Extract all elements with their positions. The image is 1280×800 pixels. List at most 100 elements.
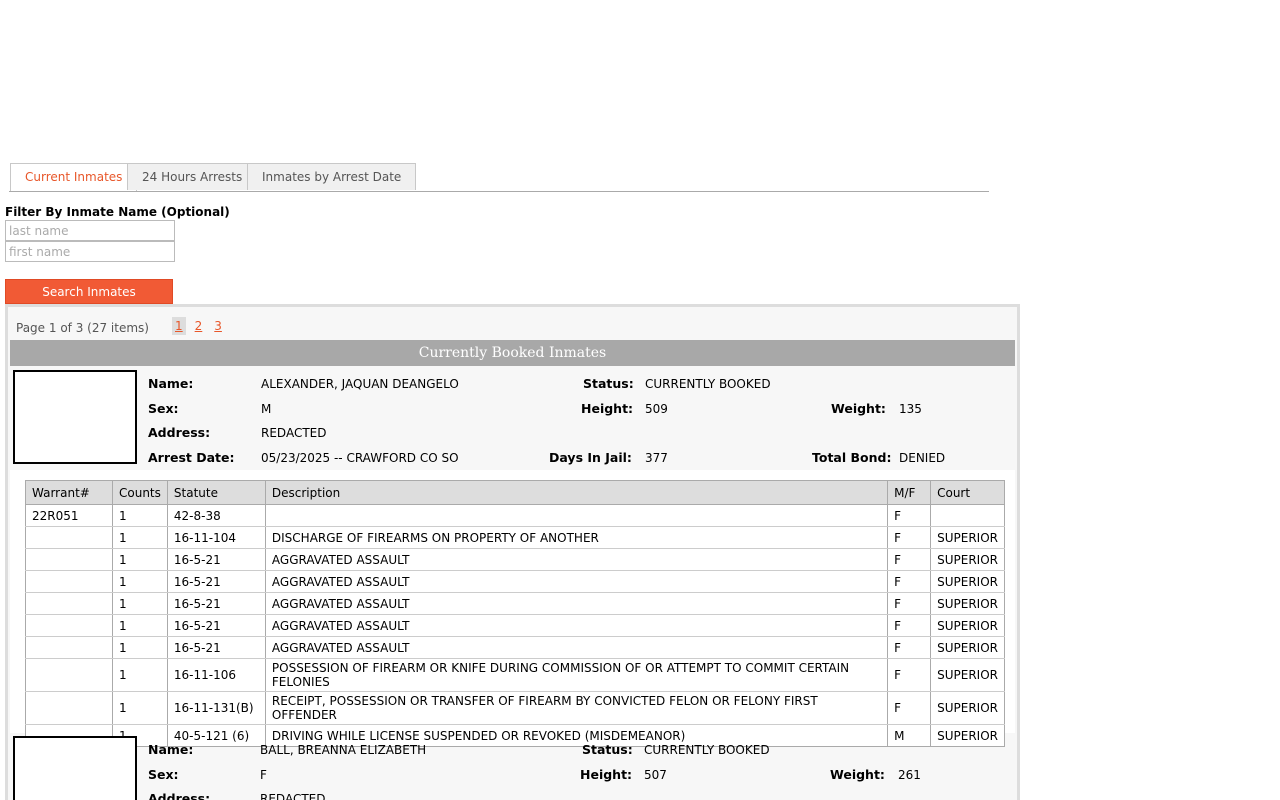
statute-cell: 16-11-104 (166, 526, 266, 549)
charge-row: 1 16-11-104 DISCHARGE OF FIREARMS ON PROPE… (25, 526, 1005, 549)
counts-cell: 1 (112, 592, 168, 615)
charge-row: 1 16-5-21 AGGRAVATED ASSAULT F SUPERIOR (25, 570, 1005, 593)
warrant-cell (25, 636, 113, 659)
counts-cell: 1 (112, 526, 168, 549)
height-label: Height: (581, 401, 634, 416)
description-cell: DISCHARGE OF FIREARMS ON PROPERTY OF ANO… (264, 526, 889, 549)
col-mf: M/F (887, 480, 932, 505)
statute-cell: 42-8-38 (166, 504, 266, 527)
height-label: Height: (580, 767, 633, 782)
status-value: CURRENTLY BOOKED (644, 743, 770, 757)
warrant-cell (25, 526, 113, 549)
sex-value: M (261, 402, 272, 416)
height-value: 509 (645, 402, 668, 416)
court-cell: SUPERIOR (930, 636, 1005, 659)
warrant-cell (25, 592, 113, 615)
counts-cell: 1 (112, 636, 168, 659)
inmate-record: Name: BALL, BREANNA ELIZABETH Status: CU… (10, 734, 1015, 800)
address-value: REDACTED (260, 792, 326, 800)
warrant-cell: 22R051 (25, 504, 113, 527)
mf-cell: F (887, 592, 932, 615)
section-header: Currently Booked Inmates (10, 340, 1015, 366)
mf-cell: F (887, 658, 932, 692)
address-label: Address: (148, 791, 211, 800)
warrant-cell (25, 570, 113, 593)
mf-cell: F (887, 614, 932, 637)
address-label: Address: (148, 425, 211, 440)
page-link-2[interactable]: 2 (192, 317, 206, 335)
counts-cell: 1 (112, 658, 168, 692)
weight-label: Weight: (830, 767, 885, 782)
total-bond-value: DENIED (899, 451, 946, 465)
col-counts: Counts (112, 480, 168, 505)
name-value: ALEXANDER, JAQUAN DEANGELO (261, 377, 459, 391)
description-cell: AGGRAVATED ASSAULT (264, 614, 889, 637)
court-cell: SUPERIOR (930, 658, 1005, 692)
col-description: Description (264, 480, 889, 505)
statute-cell: 16-5-21 (166, 614, 266, 637)
col-warrant: Warrant# (25, 480, 113, 505)
statute-cell: 16-5-21 (166, 636, 266, 659)
statute-cell: 16-5-21 (166, 548, 266, 571)
sex-value: F (260, 768, 267, 782)
court-cell: SUPERIOR (930, 614, 1005, 637)
last-name-input[interactable] (5, 220, 175, 241)
name-label: Name: (148, 742, 194, 757)
court-cell: SUPERIOR (930, 526, 1005, 549)
status-label: Status: (582, 742, 633, 757)
page-link-1[interactable]: 1 (172, 317, 186, 335)
inmate-photo (13, 736, 137, 800)
description-cell: POSSESSION OF FIREARM OR KNIFE DURING CO… (264, 658, 889, 692)
tab-bar: Current Inmates 24 Hours Arrests Inmates… (9, 163, 989, 192)
statute-cell: 16-11-131(B) (166, 691, 266, 725)
mf-cell: F (887, 636, 932, 659)
charge-row: 1 16-5-21 AGGRAVATED ASSAULT F SUPERIOR (25, 592, 1005, 615)
arrest-date-label: Arrest Date: (148, 450, 235, 465)
arrest-date-value: 05/23/2025 -- CRAWFORD CO SO (261, 451, 459, 465)
sex-label: Sex: (148, 401, 179, 416)
name-value: BALL, BREANNA ELIZABETH (260, 743, 427, 757)
court-cell: SUPERIOR (930, 691, 1005, 725)
tab-current-inmates[interactable]: Current Inmates (10, 163, 138, 191)
charge-row: 1 16-5-21 AGGRAVATED ASSAULT F SUPERIOR (25, 548, 1005, 571)
days-in-jail-label: Days In Jail: (549, 450, 632, 465)
first-name-input[interactable] (5, 241, 175, 262)
charges-table: Warrant# Counts Statute Description M/F … (25, 480, 1005, 747)
counts-cell: 1 (112, 691, 168, 725)
warrant-cell (25, 614, 113, 637)
col-statute: Statute (166, 480, 266, 505)
weight-value: 261 (898, 768, 921, 782)
court-cell: SUPERIOR (930, 570, 1005, 593)
address-value: REDACTED (261, 426, 327, 440)
status-label: Status: (583, 376, 634, 391)
counts-cell: 1 (112, 548, 168, 571)
statute-cell: 16-11-106 (166, 658, 266, 692)
statute-cell: 16-5-21 (166, 592, 266, 615)
description-cell: AGGRAVATED ASSAULT (264, 592, 889, 615)
charge-row: 1 16-11-106 POSSESSION OF FIREARM OR KNIFE… (25, 658, 1005, 692)
weight-label: Weight: (831, 401, 886, 416)
court-cell (930, 504, 1005, 527)
charge-row: 1 16-5-21 AGGRAVATED ASSAULT F SUPERIOR (25, 636, 1005, 659)
col-court: Court (930, 480, 1005, 505)
sex-label: Sex: (148, 767, 179, 782)
inmate-photo (13, 370, 137, 464)
pager-summary: Page 1 of 3 (27 items) (16, 321, 149, 335)
mf-cell: F (887, 691, 932, 725)
tab-24-hours-arrests[interactable]: 24 Hours Arrests (127, 163, 258, 190)
filter-title: Filter By Inmate Name (Optional) (5, 205, 230, 219)
status-value: CURRENTLY BOOKED (645, 377, 771, 391)
tab-inmates-by-arrest-date[interactable]: Inmates by Arrest Date (247, 163, 417, 190)
mf-cell: F (887, 570, 932, 593)
results-panel: Page 1 of 3 (27 items) 123 Currently Boo… (5, 304, 1020, 800)
charge-row: 1 16-5-21 AGGRAVATED ASSAULT F SUPERIOR (25, 614, 1005, 637)
description-cell (264, 504, 889, 527)
total-bond-label: Total Bond: (812, 450, 892, 465)
description-cell: RECEIPT, POSSESSION OR TRANSFER OF FIREA… (264, 691, 889, 725)
court-cell: SUPERIOR (930, 592, 1005, 615)
mf-cell: F (887, 526, 932, 549)
search-inmates-button[interactable]: Search Inmates (5, 279, 173, 304)
charge-row: 1 16-11-131(B) RECEIPT, POSSESSION OR TRAN… (25, 691, 1005, 725)
page-link-3[interactable]: 3 (211, 317, 225, 335)
pager-links: 123 (172, 317, 231, 335)
